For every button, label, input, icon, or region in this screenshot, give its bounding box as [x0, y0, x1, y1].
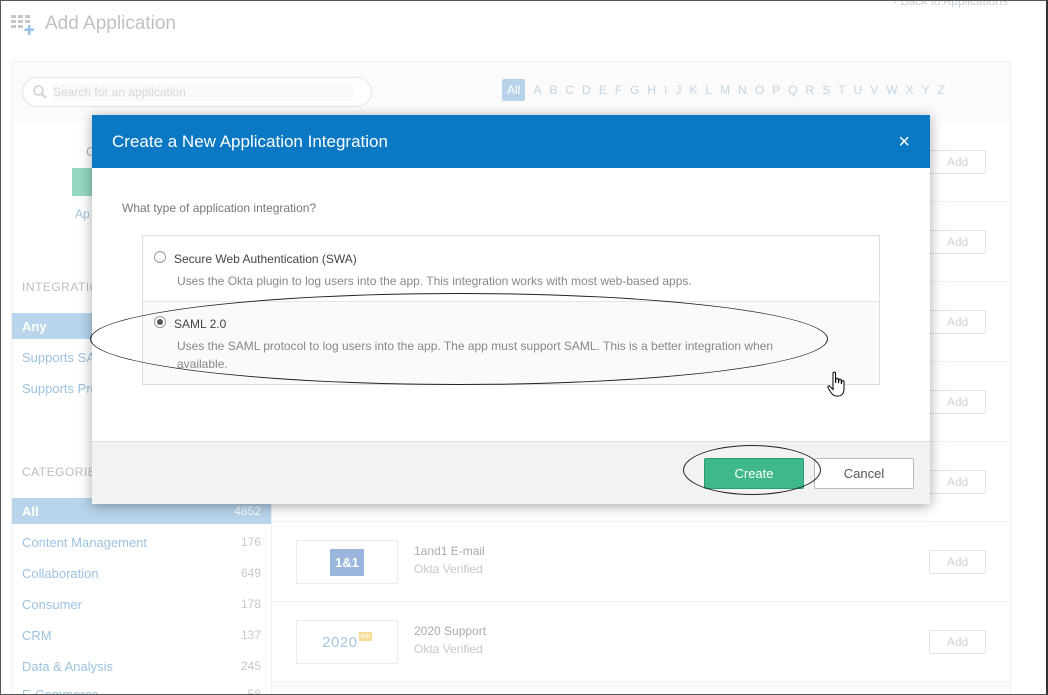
dialog-question: What type of application integration? [122, 201, 317, 215]
dialog-header: Create a New Application Integration [92, 115, 930, 168]
option-title: SAML 2.0 [174, 317, 227, 331]
dialog-footer: Create Cancel [92, 441, 930, 504]
hand-cursor-icon [827, 371, 845, 397]
option-title: Secure Web Authentication (SWA) [174, 252, 357, 266]
option-description: Uses the SAML protocol to log users into… [177, 339, 774, 371]
radio-swa[interactable] [154, 251, 166, 263]
radio-saml[interactable] [154, 316, 166, 328]
create-button[interactable]: Create [704, 458, 804, 489]
dialog-title: Create a New Application Integration [112, 131, 388, 151]
option-saml[interactable]: SAML 2.0 Uses the SAML protocol to log u… [143, 302, 879, 384]
option-swa[interactable]: Secure Web Authentication (SWA) Uses the… [143, 236, 879, 302]
cancel-button[interactable]: Cancel [814, 458, 914, 489]
integration-type-options: Secure Web Authentication (SWA) Uses the… [142, 235, 880, 385]
close-icon[interactable]: × [898, 132, 910, 152]
option-description: Uses the Okta plugin to log users into t… [177, 274, 692, 288]
create-integration-dialog: Create a New Application Integration × W… [92, 115, 930, 504]
app-window: Add Application ‹ Back to Applications A… [0, 0, 1048, 695]
